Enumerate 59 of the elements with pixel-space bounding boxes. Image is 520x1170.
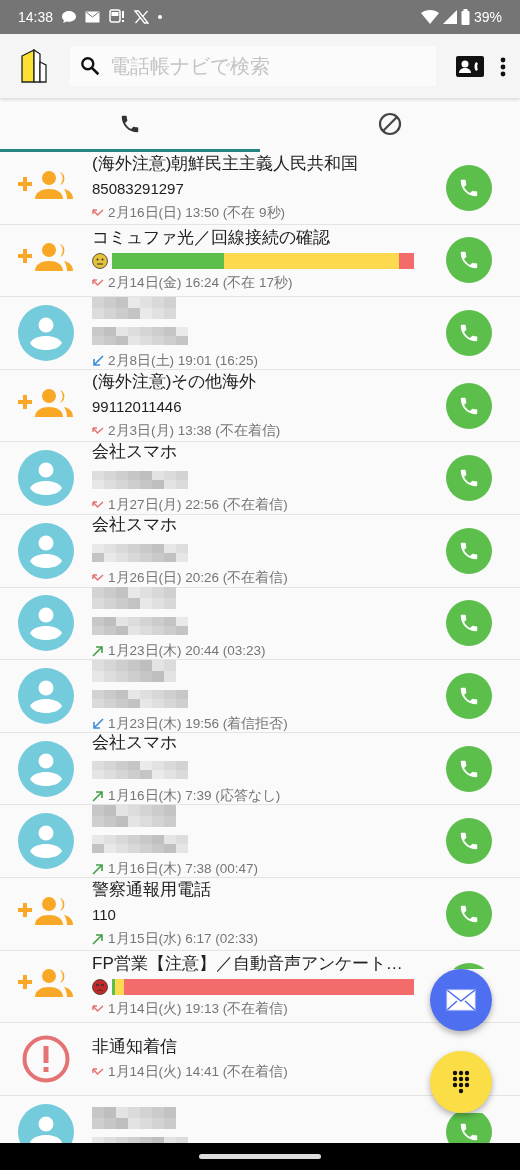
- call-button[interactable]: [446, 237, 492, 284]
- call-button[interactable]: [446, 1113, 492, 1143]
- app-logo: [20, 48, 48, 84]
- call-date: 1月27日(月) 22:56 (不在着信): [108, 496, 288, 515]
- mail-button[interactable]: [430, 969, 492, 1031]
- contact-name: 会社スマホ: [92, 731, 178, 754]
- phone-number: 99112011446: [92, 396, 183, 417]
- search-icon: [80, 55, 101, 77]
- call-button[interactable]: [446, 890, 492, 937]
- bus-icon: [108, 9, 127, 25]
- wifi-icon: [420, 10, 439, 24]
- call-date: 1月14日(火) 19:13 (不在着信): [108, 1000, 288, 1019]
- contact-name: 警察通報用電話: [92, 878, 212, 901]
- call-date: 1月26日(日) 20:26 (不在着信): [108, 568, 288, 587]
- call-date: 2月16日(日) 13:50 (不在 9秒): [108, 203, 286, 222]
- call-date: 1月14日(火) 14:41 (不在着信): [108, 1062, 288, 1081]
- mail-icon: [85, 11, 101, 23]
- chat-icon: [61, 10, 78, 24]
- call-button[interactable]: [446, 818, 492, 865]
- battery-level: 39%: [473, 7, 502, 27]
- call-button[interactable]: [446, 382, 492, 429]
- contact-name: 非通知着信: [92, 1035, 178, 1058]
- phone-number: 110: [92, 904, 117, 925]
- call-button[interactable]: [446, 527, 492, 574]
- call-date: 1月16日(木) 7:38 (00:47): [108, 860, 259, 879]
- contact-name: 会社スマホ: [92, 441, 178, 464]
- contact-name: (海外注意)その他海外: [92, 370, 258, 393]
- call-button[interactable]: [446, 164, 492, 211]
- battery-icon: [460, 9, 470, 25]
- call-button[interactable]: [446, 600, 492, 647]
- x-icon: [134, 10, 150, 24]
- contact-card-icon: [456, 56, 484, 78]
- mail-icon: [446, 989, 476, 1011]
- more-icon: [500, 56, 506, 77]
- phone-number: 85083291297: [92, 178, 185, 199]
- call-date: 2月14日(金) 16:24 (不在 17秒): [108, 274, 293, 293]
- contact-name: FP営業【注意】／自動音声アンケート…: [92, 953, 404, 976]
- status-time: 14:38: [18, 7, 54, 27]
- block-icon: [378, 111, 402, 136]
- signal-icon: [442, 10, 457, 24]
- call-date: 2月3日(月) 13:38 (不在着信): [108, 421, 281, 440]
- call-button[interactable]: [446, 745, 492, 792]
- call-button[interactable]: [446, 672, 492, 719]
- contact-name: コミュファ光／回線接続の確認: [92, 227, 331, 250]
- dot-icon: [157, 14, 164, 20]
- call-date: 1月15日(水) 6:17 (02:33): [108, 929, 259, 948]
- call-date: 1月23日(木) 20:44 (03:23): [108, 642, 266, 661]
- contact-name: 会社スマホ: [92, 513, 178, 536]
- call-button[interactable]: [446, 455, 492, 502]
- call-date: 2月8日(土) 19:01 (16:25): [108, 352, 259, 370]
- call-date: 1月23日(木) 19:56 (着信拒否): [108, 714, 288, 733]
- call-date: 1月16日(木) 7:39 (応答なし): [108, 786, 281, 805]
- phone-icon: [458, 322, 480, 344]
- home-handle[interactable]: [199, 1154, 321, 1159]
- dialpad-button[interactable]: [430, 1051, 492, 1113]
- contact-card-button[interactable]: [456, 54, 484, 78]
- contact-name: (海外注意)朝鮮民主主義人民共和国: [92, 152, 359, 175]
- dialpad-icon: [452, 1070, 470, 1094]
- call-button[interactable]: [446, 310, 492, 356]
